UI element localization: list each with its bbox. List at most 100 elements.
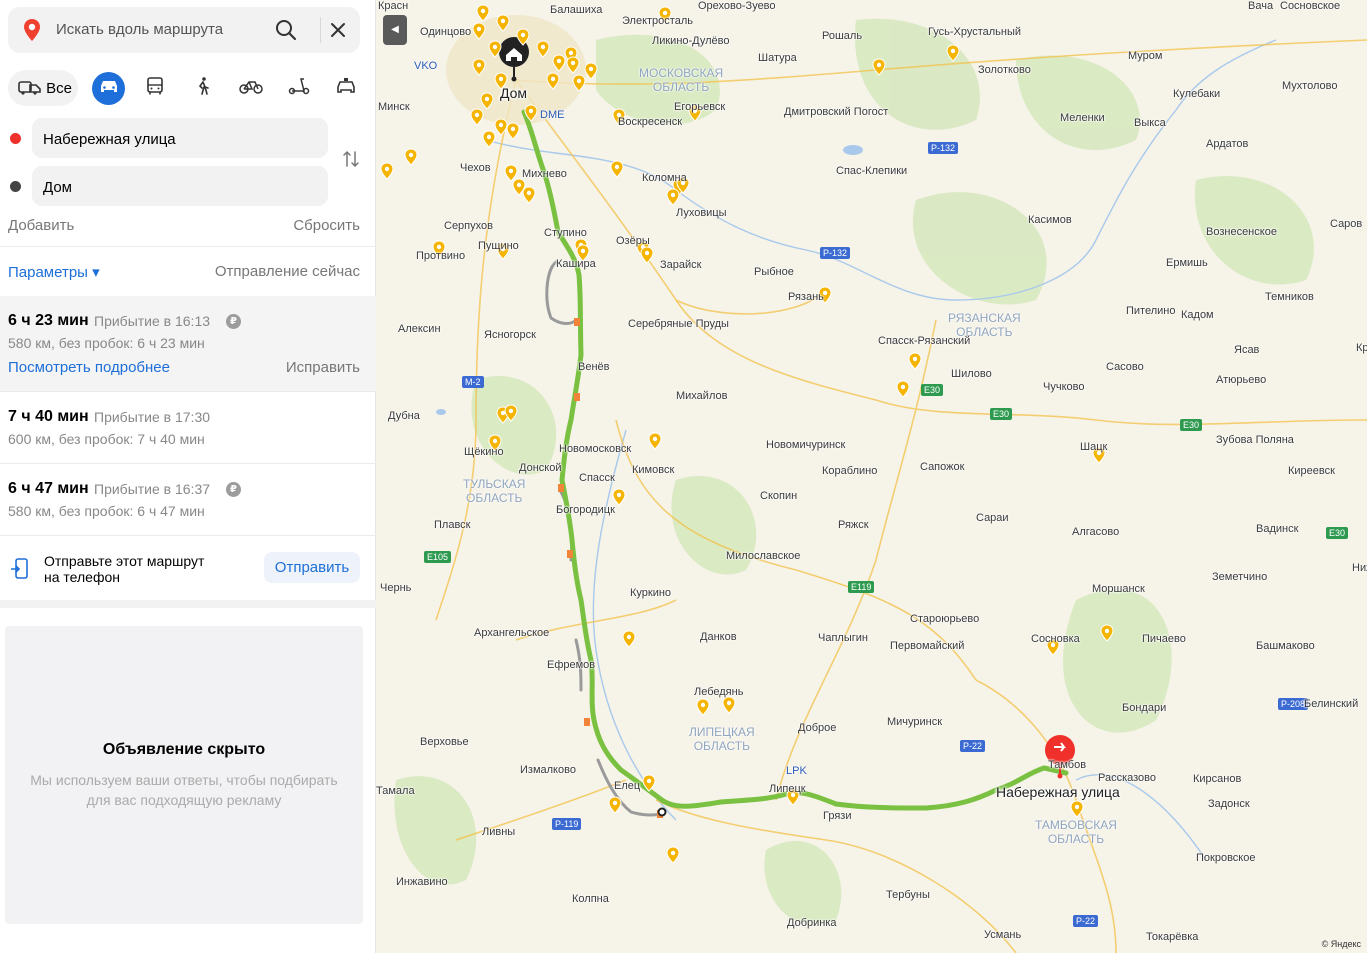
reset-link[interactable]: Сбросить <box>293 217 360 234</box>
poi-pin-icon[interactable] <box>722 696 736 714</box>
city-label: Башмаково <box>1256 640 1315 652</box>
poi-pin-icon[interactable] <box>872 58 886 76</box>
ad-title: Объявление скрыто <box>102 741 266 758</box>
city-label: Рошаль <box>822 30 863 42</box>
city-label: Ясногорск <box>484 329 536 341</box>
route-option-3[interactable]: 6 ч 47 мин Прибытие в 16:37 ₽ 580 км, бе… <box>0 464 376 535</box>
city-label: Саров <box>1330 218 1363 230</box>
poi-pin-icon[interactable] <box>666 846 680 864</box>
airport-dme[interactable]: DME <box>540 109 564 121</box>
city-label: Мухтолово <box>1282 80 1338 92</box>
poi-pin-icon[interactable] <box>642 774 656 792</box>
poi-pin-icon[interactable] <box>648 432 662 450</box>
city-label: Красн <box>378 0 409 12</box>
poi-pin-icon[interactable] <box>516 28 530 46</box>
city-label: Ликино-Дулёво <box>652 35 730 47</box>
send-to-phone: Отправьте этот маршрут на телефон Отправ… <box>0 536 376 600</box>
poi-pin-icon[interactable] <box>622 630 636 648</box>
poi-pin-icon[interactable] <box>496 14 510 32</box>
mode-bike-button[interactable] <box>236 70 266 106</box>
mode-taxi-button[interactable] <box>332 70 360 106</box>
city-label: Донской <box>519 462 562 474</box>
poi-pin-icon[interactable] <box>640 246 654 264</box>
poi-pin-icon[interactable] <box>380 162 394 180</box>
copyright: © Яндекс <box>1321 939 1361 949</box>
airport-lpk[interactable]: LPK <box>786 765 807 777</box>
city-label: Токарёвка <box>1146 931 1199 943</box>
poi-pin-icon[interactable] <box>1100 624 1114 642</box>
poi-pin-icon[interactable] <box>610 160 624 178</box>
city-label: Балашиха <box>550 4 603 16</box>
poi-pin-icon[interactable] <box>506 122 520 140</box>
city-label: Милославское <box>726 550 801 562</box>
airport-vko[interactable]: VKO <box>414 60 437 72</box>
route-option-1[interactable]: 6 ч 23 мин Прибытие в 16:13 ₽ 580 км, бе… <box>0 296 376 391</box>
city-label: Темников <box>1265 291 1314 303</box>
poi-pin-icon[interactable] <box>522 186 536 204</box>
poi-pin-icon[interactable] <box>896 380 910 398</box>
search-icon[interactable] <box>274 18 298 47</box>
poi-pin-icon[interactable] <box>482 130 496 148</box>
collapse-panel-button[interactable]: ◀ <box>383 15 407 45</box>
poi-pin-icon[interactable] <box>488 40 502 58</box>
close-icon[interactable] <box>326 18 350 47</box>
city-label: Кулебаки <box>1173 88 1221 100</box>
poi-pin-icon[interactable] <box>470 108 484 126</box>
poi-pin-icon[interactable] <box>472 58 486 76</box>
fix-route-link[interactable]: Исправить <box>286 359 360 376</box>
poi-pin-icon[interactable] <box>504 404 518 422</box>
to-field[interactable]: Дом <box>32 166 328 206</box>
city-label: Колпна <box>572 893 609 905</box>
city-label: Рассказово <box>1098 772 1157 784</box>
city-label: Ливны <box>482 826 516 838</box>
poi-pin-icon[interactable] <box>566 56 580 74</box>
poi-pin-icon[interactable] <box>404 148 418 166</box>
params-dropdown[interactable]: Параметры ▾ <box>8 264 100 281</box>
poi-pin-icon[interactable] <box>946 44 960 62</box>
send-button[interactable]: Отправить <box>264 552 360 583</box>
departure-time[interactable]: Отправление сейчас <box>215 263 360 280</box>
car-icon <box>98 78 120 99</box>
poi-pin-icon[interactable] <box>572 74 586 92</box>
city-label: Минск <box>378 101 410 113</box>
from-field[interactable]: Набережная улица <box>32 118 328 158</box>
route-details-link[interactable]: Посмотреть подробнее <box>8 359 170 376</box>
city-label: Богородицк <box>556 504 615 516</box>
city-label: Покровское <box>1196 852 1256 864</box>
destination-marker <box>1045 735 1075 779</box>
mode-scooter-button[interactable] <box>284 70 314 106</box>
poi-pin-icon[interactable] <box>608 796 622 814</box>
mode-car-button[interactable] <box>92 72 125 105</box>
poi-pin-icon[interactable] <box>1070 800 1084 818</box>
pedestrian-icon <box>193 76 213 101</box>
map[interactable]: VKO DME LPK МОСКОВСКАЯ ОБЛАСТЬ РЯЗАНСКАЯ О… <box>376 0 1367 953</box>
city-label: Чернь <box>380 582 412 594</box>
poi-pin-icon[interactable] <box>536 40 550 58</box>
city-label: Спасск <box>579 472 615 484</box>
region-label: МОСКОВСКАЯ ОБЛАСТЬ <box>639 66 724 94</box>
poi-pin-icon[interactable] <box>908 352 922 370</box>
mode-walk-button[interactable] <box>190 70 216 106</box>
route-search-field[interactable]: Искать вдоль маршрута <box>8 7 360 53</box>
city-label: Протвино <box>416 250 466 262</box>
poi-pin-icon[interactable] <box>584 62 598 80</box>
city-label: Лебедянь <box>694 686 744 698</box>
mode-bus-button[interactable] <box>142 70 168 106</box>
poi-pin-icon[interactable] <box>546 72 560 90</box>
poi-pin-icon[interactable] <box>696 698 710 716</box>
mode-all-button[interactable]: Все <box>8 70 78 106</box>
city-label: Добринка <box>787 917 837 929</box>
poi-pin-icon[interactable] <box>476 4 490 22</box>
alternative-route <box>545 260 663 817</box>
phone-icon <box>10 558 30 585</box>
poi-pin-icon[interactable] <box>666 188 680 206</box>
route-option-2[interactable]: 7 ч 40 мин Прибытие в 17:30 600 км, без … <box>0 392 376 463</box>
start-point-dot <box>10 133 21 144</box>
city-label: Сасово <box>1106 361 1144 373</box>
city-label: Данков <box>700 631 737 643</box>
poi-pin-icon[interactable] <box>472 22 486 40</box>
city-label: Кораблино <box>822 465 878 477</box>
add-waypoint-link[interactable]: Добавить <box>8 217 74 234</box>
poi-pin-icon[interactable] <box>524 104 538 122</box>
swap-icon[interactable] <box>341 149 361 174</box>
